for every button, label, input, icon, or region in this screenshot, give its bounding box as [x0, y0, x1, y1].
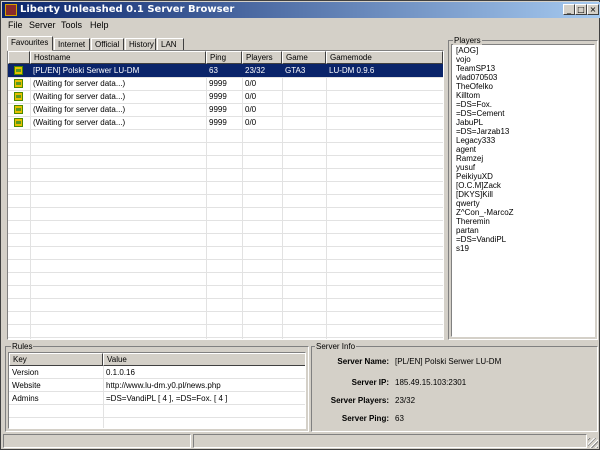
- server-players-label: Server Players:: [330, 396, 389, 405]
- column-ping-header[interactable]: Ping: [206, 51, 242, 64]
- server-players: 0/0: [245, 118, 257, 127]
- rule-row[interactable]: Website http://www.lu-dm.y0.pl/news.php: [9, 380, 305, 392]
- menu-bar: File Server Tools Help: [2, 18, 600, 32]
- column-icon-header[interactable]: [8, 51, 30, 64]
- status-bar-left: [3, 434, 191, 448]
- column-hostname-header[interactable]: Hostname: [30, 51, 206, 64]
- menu-tools[interactable]: Tools: [61, 19, 82, 31]
- server-hostname: [PL/EN] Polski Serwer LU-DM: [33, 66, 140, 75]
- server-hostname: (Waiting for server data...): [33, 79, 126, 88]
- maximize-button[interactable]: □: [575, 4, 587, 15]
- server-row[interactable]: (Waiting for server data...) 9999 0/0: [8, 90, 443, 103]
- server-players: 23/32: [245, 66, 266, 75]
- rules-title: Rules: [11, 342, 34, 351]
- server-ip-label: Server IP:: [351, 378, 389, 387]
- rules-list[interactable]: Key Value Version 0.1.0.16 Website http:…: [8, 352, 306, 429]
- lock-icon: [14, 79, 23, 88]
- status-bar-right: [193, 434, 587, 448]
- close-button[interactable]: ×: [587, 4, 599, 15]
- player-name: s19: [456, 244, 469, 253]
- server-gamemode: LU-DM 0.9.6: [329, 66, 375, 75]
- rule-row[interactable]: Version 0.1.0.16: [9, 367, 305, 379]
- rule-key: Admins: [12, 394, 39, 403]
- resize-grip[interactable]: [588, 438, 598, 448]
- server-name-label: Server Name:: [337, 357, 389, 366]
- rule-row[interactable]: Admins =DS=VandiPL [ 4 ], =DS=Fox. [ 4 ]: [9, 393, 305, 405]
- title-bar[interactable]: Liberty Unleashed 0.1 Server Browser _ □…: [2, 2, 600, 18]
- server-ip-value: 185.49.15.103:2301: [395, 378, 467, 387]
- column-gamemode-header[interactable]: Gamemode: [326, 51, 443, 64]
- server-ping-label: Server Ping:: [341, 414, 389, 423]
- column-players-header[interactable]: Players: [242, 51, 282, 64]
- app-icon: [5, 4, 17, 16]
- server-ping: 9999: [209, 79, 227, 88]
- column-key-header[interactable]: Key: [9, 353, 103, 366]
- lock-icon: [14, 118, 23, 127]
- server-ping-value: 63: [395, 414, 404, 423]
- server-info-title: Server Info: [315, 342, 357, 351]
- menu-help[interactable]: Help: [90, 19, 109, 31]
- players-list[interactable]: [AOG] vojo TeamSP13 vlad070503 TheOfelko…: [451, 44, 595, 337]
- tab-favourites[interactable]: Favourites: [7, 36, 53, 51]
- lock-icon: [14, 66, 23, 75]
- server-players-value: 23/32: [395, 396, 416, 405]
- players-groupbox: [AOG] vojo TeamSP13 vlad070503 TheOfelko…: [448, 40, 598, 340]
- server-name-value: [PL/EN] Polski Serwer LU-DM: [395, 357, 502, 366]
- column-game-header[interactable]: Game: [282, 51, 326, 64]
- server-ping: 63: [209, 66, 218, 75]
- server-row[interactable]: (Waiting for server data...) 9999 0/0: [8, 103, 443, 116]
- rule-key: Website: [12, 381, 41, 390]
- lock-icon: [14, 92, 23, 101]
- server-browser-window: Liberty Unleashed 0.1 Server Browser _ □…: [0, 0, 600, 450]
- server-game: GTA3: [285, 66, 306, 75]
- menu-server[interactable]: Server: [29, 19, 56, 31]
- server-ping: 9999: [209, 118, 227, 127]
- lock-icon: [14, 105, 23, 114]
- rules-groupbox: Key Value Version 0.1.0.16 Website http:…: [5, 346, 309, 432]
- server-row[interactable]: (Waiting for server data...) 9999 0/0: [8, 116, 443, 129]
- server-list[interactable]: Hostname Ping Players Game Gamemode [PL/…: [7, 50, 444, 340]
- menu-file[interactable]: File: [8, 19, 23, 31]
- players-title: Players: [453, 36, 482, 45]
- server-row[interactable]: (Waiting for server data...) 9999 0/0: [8, 77, 443, 90]
- server-row[interactable]: [PL/EN] Polski Serwer LU-DM 63 23/32 GTA…: [8, 64, 443, 77]
- server-ping: 9999: [209, 105, 227, 114]
- server-players: 0/0: [245, 105, 257, 114]
- window-title: Liberty Unleashed 0.1 Server Browser: [20, 4, 235, 15]
- minimize-button[interactable]: _: [563, 4, 575, 15]
- server-hostname: (Waiting for server data...): [33, 105, 126, 114]
- server-hostname: (Waiting for server data...): [33, 92, 126, 101]
- server-players: 0/0: [245, 79, 257, 88]
- server-hostname: (Waiting for server data...): [33, 118, 126, 127]
- server-ping: 9999: [209, 92, 227, 101]
- rule-key: Version: [12, 368, 39, 377]
- server-players: 0/0: [245, 92, 257, 101]
